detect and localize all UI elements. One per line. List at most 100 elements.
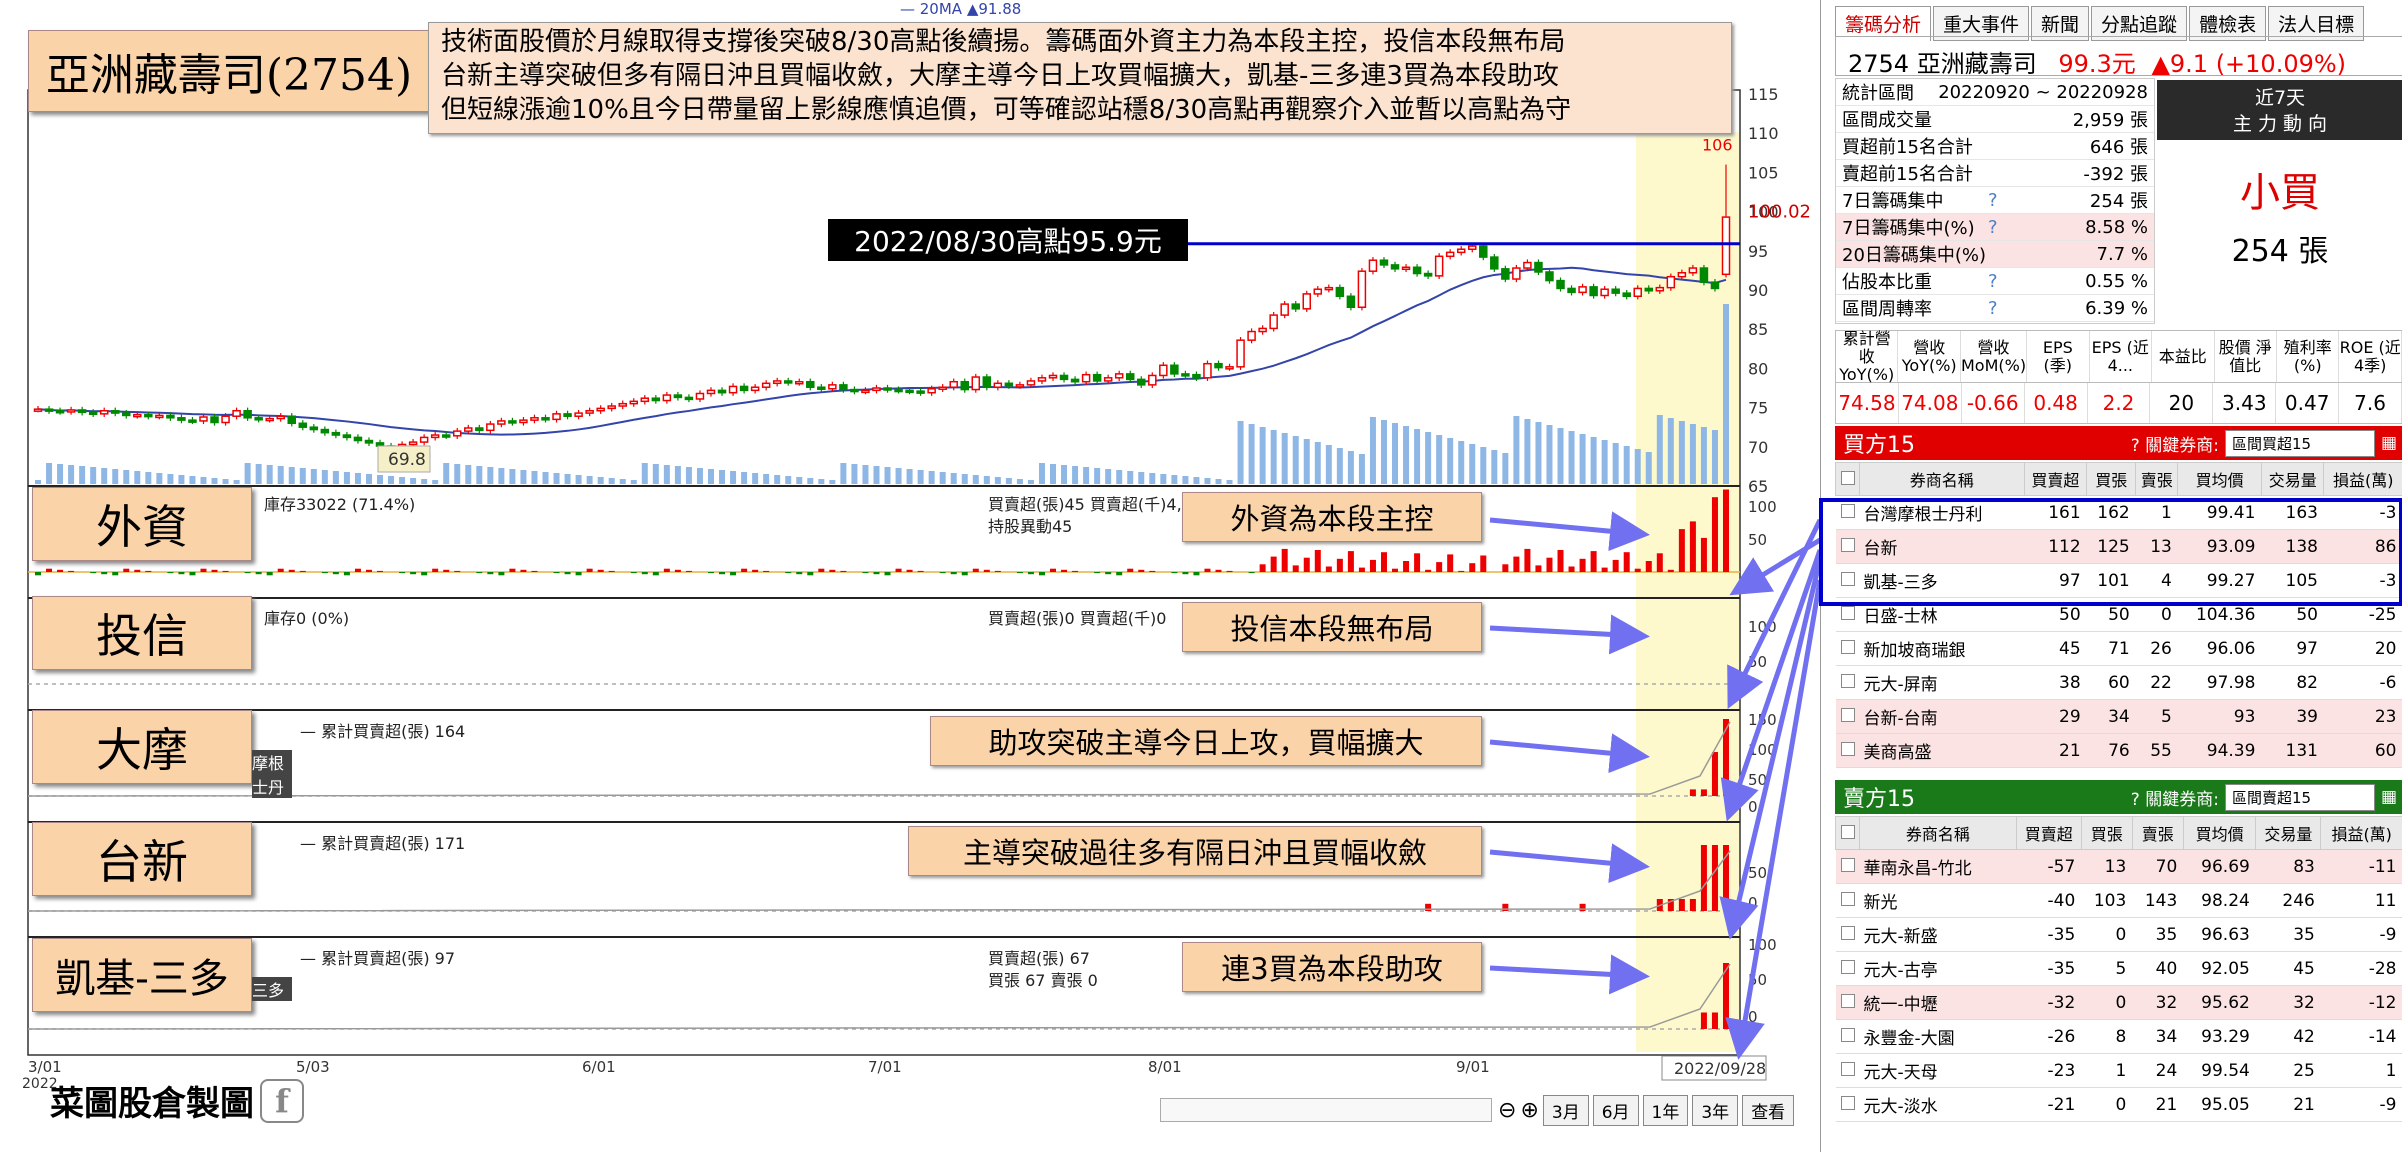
zoom-6m-button[interactable]: 6月 (1592, 1094, 1639, 1126)
volume-bar (1193, 477, 1200, 484)
table-row[interactable]: 永豐金-大園 -26 8 34 93.29 42 -14 (1835, 1019, 2402, 1054)
table-row[interactable]: 元大-天母 -23 1 24 99.54 25 1 (1835, 1053, 2402, 1088)
column-header[interactable]: 賣張 (2131, 816, 2184, 850)
candle-body (1324, 286, 1334, 291)
net-bar (1050, 568, 1057, 572)
volume-bar (1182, 476, 1189, 484)
buy-filter-select[interactable]: 區間買超15 (2224, 429, 2375, 457)
zoom-in-icon[interactable]: ⊕ (1520, 1098, 1538, 1123)
volume-bar (641, 463, 648, 484)
volume-bar (1568, 431, 1575, 484)
volume-bar (365, 474, 372, 484)
column-header[interactable]: 券商名稱 (1859, 816, 2017, 850)
stat-label: 7日籌碼集中(%) (1842, 218, 1975, 239)
net-bar (1623, 552, 1630, 572)
net-bar (443, 569, 450, 572)
row-checkbox[interactable] (1835, 631, 1860, 666)
volume-bar (222, 479, 229, 484)
row-checkbox[interactable] (1835, 985, 1860, 1020)
row-checkbox[interactable] (1835, 733, 1860, 768)
net-bar (807, 572, 814, 576)
table-row[interactable]: 元大-新盛 -35 0 35 96.63 35 -9 (1835, 917, 2402, 952)
help-icon[interactable]: ? (1988, 190, 2038, 211)
help-icon[interactable]: ? (1988, 271, 2038, 292)
net-bar (476, 572, 483, 574)
zoom-3m-button[interactable]: 3月 (1542, 1094, 1589, 1126)
column-header[interactable]: 交易量 (2255, 816, 2322, 850)
candle-body (1545, 271, 1554, 282)
net-bar (1215, 569, 1222, 572)
net-bar (145, 570, 152, 572)
column-header[interactable]: 買賣超 (2015, 816, 2082, 850)
grid-icon[interactable]: ▦ (2381, 787, 2397, 807)
net-bar (1105, 572, 1112, 575)
column-header[interactable]: 損益(萬) (2320, 816, 2402, 850)
help-icon[interactable]: ? (1988, 298, 2038, 319)
table-row[interactable]: 元大-古亭 -35 5 40 92.05 45 -28 (1835, 951, 2402, 986)
column-header[interactable]: 損益(萬) (2323, 462, 2402, 496)
row-checkbox[interactable] (1835, 665, 1860, 700)
panel-tick: 100 (1748, 498, 1777, 516)
stock-name: 2754 亞洲藏壽司 (1848, 50, 2037, 78)
table-row[interactable]: 新加坡商瑞銀 45 71 26 96.06 97 20 (1835, 631, 2402, 666)
table-row[interactable]: 台新-台南 29 34 5 93 39 23 (1835, 699, 2402, 734)
row-checkbox[interactable] (1835, 1019, 1860, 1054)
column-header[interactable]: 買均價 (2182, 816, 2257, 850)
row-checkbox[interactable] (1835, 883, 1860, 918)
volume-bar (167, 474, 174, 484)
volume-bar (1226, 480, 1233, 484)
select-all-checkbox[interactable] (1835, 816, 1860, 850)
net-bar (1358, 567, 1365, 572)
column-header[interactable]: 買均價 (2177, 462, 2262, 496)
row-checkbox[interactable] (1835, 1053, 1860, 1088)
table-cell: -35 (2016, 951, 2082, 986)
table-row[interactable]: 美商高盛 21 76 55 94.39 131 60 (1835, 733, 2402, 768)
row-checkbox[interactable] (1835, 699, 1860, 734)
table-row[interactable]: 統一-中壢 -32 0 32 95.62 32 -12 (1835, 985, 2402, 1020)
net-bar (454, 570, 461, 572)
annotation-arrow (1489, 511, 1650, 552)
y-tick-label: 90 (1748, 281, 1768, 300)
net-bar (288, 569, 295, 572)
zoom-3y-button[interactable]: 3年 (1692, 1094, 1739, 1126)
candle-body (1258, 327, 1267, 333)
row-checkbox[interactable] (1835, 1087, 1860, 1122)
column-header[interactable]: 買張 (2080, 816, 2133, 850)
help-icon[interactable]: ? (1988, 217, 2038, 238)
net-bar (1193, 572, 1200, 576)
scroll-track[interactable] (1160, 1098, 1492, 1122)
net-bar (1149, 570, 1156, 572)
column-header[interactable]: 買賣超 (2023, 462, 2088, 496)
column-header[interactable]: 買張 (2086, 462, 2137, 496)
table-cell: 131 (2261, 733, 2324, 768)
net-bar (1325, 566, 1332, 572)
candle-body (265, 417, 274, 422)
column-header[interactable]: 券商名稱 (1859, 462, 2025, 496)
candle-body (221, 415, 230, 424)
zoom-1y-button[interactable]: 1年 (1642, 1094, 1689, 1126)
sell-filter-select[interactable]: 區間賣超15 (2224, 783, 2375, 811)
candle-body (1600, 288, 1609, 297)
view-button[interactable]: 查看 (1742, 1094, 1795, 1126)
low-label: 69.8 (388, 450, 426, 470)
select-all-checkbox[interactable] (1835, 462, 1860, 496)
net-bar (1601, 567, 1608, 572)
note-trust: 投信本段無布局 (1182, 602, 1482, 652)
zoom-out-icon[interactable]: ⊖ (1498, 1098, 1516, 1123)
row-checkbox[interactable] (1835, 917, 1860, 952)
candle-body (155, 414, 164, 419)
stat-value: 254 張 (2089, 191, 2148, 212)
row-checkbox[interactable] (1835, 849, 1860, 884)
column-header[interactable]: 交易量 (2260, 462, 2325, 496)
column-header[interactable]: 賣張 (2135, 462, 2179, 496)
table-row[interactable]: 華南永昌-竹北 -57 13 70 96.69 83 -11 (1835, 849, 2402, 884)
net-bar (1016, 572, 1023, 574)
net-bar (531, 570, 538, 572)
table-row[interactable]: 新光 -40 103 143 98.24 246 11 (1835, 883, 2402, 918)
table-row[interactable]: 元大-屏南 38 60 22 97.98 82 -6 (1835, 665, 2402, 700)
row-checkbox[interactable] (1835, 951, 1860, 986)
grid-icon[interactable]: ▦ (2381, 433, 2397, 453)
table-row[interactable]: 元大-淡水 -21 0 21 95.05 21 -9 (1835, 1087, 2402, 1122)
net-bar (1634, 568, 1641, 572)
y-tick-label: 75 (1748, 399, 1768, 418)
